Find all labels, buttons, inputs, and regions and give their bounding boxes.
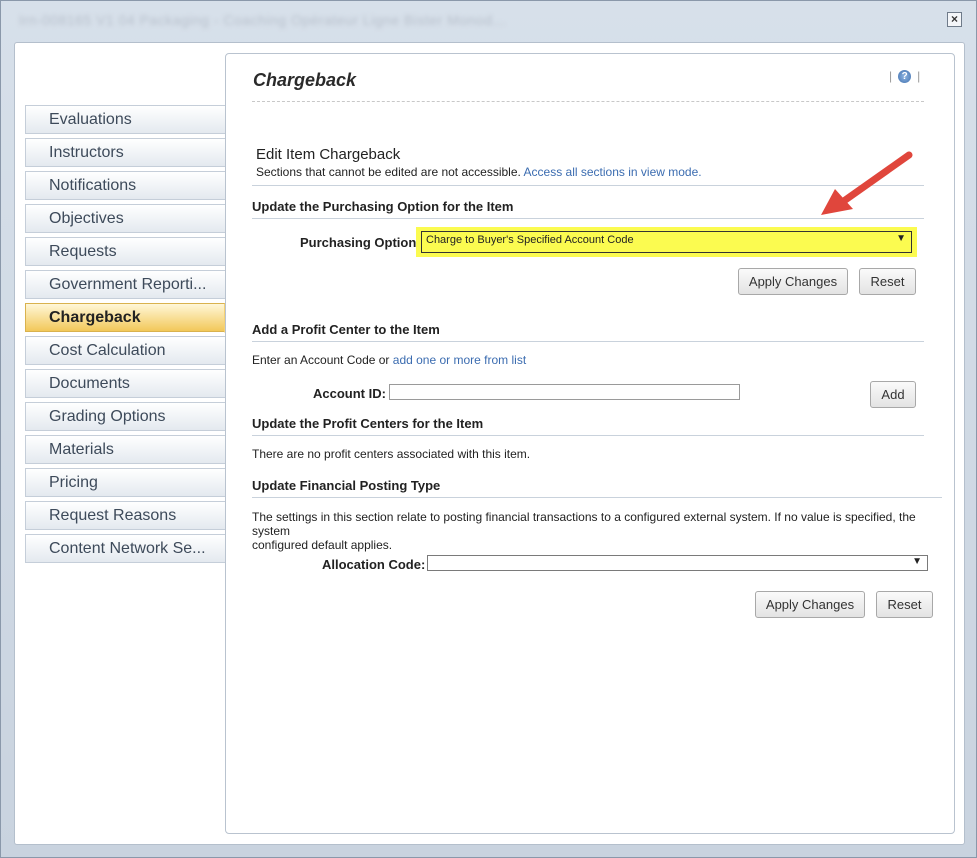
close-button[interactable]: × xyxy=(947,12,962,27)
sidebar-item-cost-calculation[interactable]: Cost Calculation xyxy=(25,336,225,365)
financial-description-line1: The settings in this section relate to p… xyxy=(252,510,916,538)
help-area: |? | xyxy=(889,69,921,84)
purchasing-section-heading: Update the Purchasing Option for the Ite… xyxy=(252,185,924,219)
financial-description-line2: configured default applies. xyxy=(252,538,393,552)
sidebar-item-label: Pricing xyxy=(49,474,98,491)
purchasing-option-value: Charge to Buyer's Specified Account Code xyxy=(426,234,634,246)
title-divider xyxy=(252,101,924,102)
sidebar-item-government-reporting[interactable]: Government Reporti... xyxy=(25,270,225,299)
add-from-list-link[interactable]: add one or more from list xyxy=(393,353,526,367)
sidebar-item-documents[interactable]: Documents xyxy=(25,369,225,398)
financial-reset-button[interactable]: Reset xyxy=(876,591,933,618)
edit-subtitle: Sections that cannot be edited are not a… xyxy=(256,165,702,179)
content-panel: Chargeback |? | Edit Item Chargeback Sect… xyxy=(225,53,955,834)
sidebar-item-label: Requests xyxy=(49,243,117,260)
dropdown-arrow-icon: ▼ xyxy=(912,556,922,567)
allocation-code-label: Allocation Code: xyxy=(322,557,426,572)
financial-posting-description: The settings in this section relate to p… xyxy=(252,510,942,552)
sidebar-item-label: Government Reporti... xyxy=(49,276,207,293)
sidebar-item-grading-options[interactable]: Grading Options xyxy=(25,402,225,431)
sidebar-item-objectives[interactable]: Objectives xyxy=(25,204,225,233)
account-id-label: Account ID: xyxy=(313,386,386,401)
help-icon[interactable]: ? xyxy=(898,70,912,84)
sidebar-item-label: Documents xyxy=(49,375,130,392)
profit-center-intro: Enter an Account Code or add one or more… xyxy=(252,353,526,367)
sidebar-item-label: Evaluations xyxy=(49,111,132,128)
title-bar: Irn-008165 V1 04 Packaging - Coaching Op… xyxy=(1,1,976,39)
sidebar-item-content-network[interactable]: Content Network Se... xyxy=(25,534,225,563)
sidebar-item-requests[interactable]: Requests xyxy=(25,237,225,266)
sidebar-item-label: Cost Calculation xyxy=(49,342,166,359)
account-id-input[interactable] xyxy=(389,384,740,400)
profit-centers-update-heading: Update the Profit Centers for the Item xyxy=(252,416,924,436)
sidebar-item-notifications[interactable]: Notifications xyxy=(25,171,225,200)
sidebar-item-label: Grading Options xyxy=(49,408,166,425)
financial-posting-heading: Update Financial Posting Type xyxy=(252,478,942,498)
sidebar-item-label: Objectives xyxy=(49,210,124,227)
window-title: Irn-008165 V1 04 Packaging - Coaching Op… xyxy=(19,12,506,28)
sidebar-item-chargeback[interactable]: Chargeback xyxy=(25,303,238,333)
purchasing-reset-button[interactable]: Reset xyxy=(859,268,916,295)
page-title: Chargeback xyxy=(253,70,357,90)
sidebar-item-pricing[interactable]: Pricing xyxy=(25,468,225,497)
financial-apply-button[interactable]: Apply Changes xyxy=(755,591,865,618)
profit-center-heading: Add a Profit Center to the Item xyxy=(252,322,924,342)
purchasing-option-select[interactable]: Charge to Buyer's Specified Account Code… xyxy=(421,231,912,253)
no-profit-centers-text: There are no profit centers associated w… xyxy=(252,447,531,461)
sidebar-item-label: Request Reasons xyxy=(49,507,177,524)
edit-heading: Edit Item Chargeback xyxy=(256,146,401,163)
view-mode-link[interactable]: Access all sections in view mode. xyxy=(524,165,702,179)
sidebar-item-label: Content Network Se... xyxy=(49,540,206,557)
add-profit-center-button[interactable]: Add xyxy=(870,381,916,408)
sidebar-item-instructors[interactable]: Instructors xyxy=(25,138,225,167)
edit-subtitle-text: Sections that cannot be edited are not a… xyxy=(256,165,521,179)
sidebar-item-materials[interactable]: Materials xyxy=(25,435,225,464)
sidebar-item-label: Instructors xyxy=(49,144,124,161)
purchasing-option-label: Purchasing Option: xyxy=(300,235,421,250)
sidebar-item-label: Notifications xyxy=(49,177,137,194)
sidebar-item-label: Chargeback xyxy=(49,309,141,326)
profit-center-intro-text: Enter an Account Code or xyxy=(252,353,390,367)
modal-dialog: Irn-008165 V1 04 Packaging - Coaching Op… xyxy=(0,0,977,858)
sidebar-item-evaluations[interactable]: Evaluations xyxy=(25,105,225,134)
purchasing-option-highlight: Charge to Buyer's Specified Account Code… xyxy=(416,227,917,257)
sidebar-nav: Evaluations Instructors Notifications Ob… xyxy=(25,105,238,567)
allocation-code-select[interactable]: ▼ xyxy=(427,555,928,571)
sidebar-item-label: Materials xyxy=(49,441,114,458)
sidebar-item-request-reasons[interactable]: Request Reasons xyxy=(25,501,225,530)
dropdown-arrow-icon: ▼ xyxy=(896,233,906,244)
purchasing-apply-button[interactable]: Apply Changes xyxy=(738,268,848,295)
